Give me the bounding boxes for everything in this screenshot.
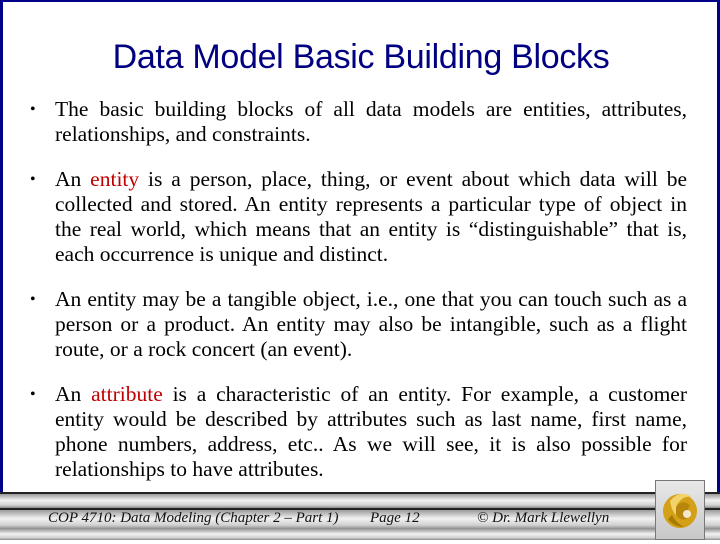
footer-bar: COP 4710: Data Modeling (Chapter 2 – Par… [0,492,720,540]
footer-stripe [0,492,720,508]
bullet-text: An [55,382,92,406]
bullet-icon: • [30,291,36,308]
logo-box [655,480,705,540]
bullet-item: • An attribute is a characteristic of an… [30,382,687,482]
footer-stripe [0,529,720,540]
bullet-item: • An entity is a person, place, thing, o… [30,167,687,267]
highlighted-term: attribute [91,382,163,406]
bullet-icon: • [30,386,36,403]
footer-course: COP 4710: Data Modeling (Chapter 2 – Par… [48,510,339,526]
bullet-text: is a person, place, thing, or event abou… [55,167,688,266]
slide-title: Data Model Basic Building Blocks [112,38,610,76]
bullet-icon: • [30,101,36,118]
bullet-item: • The basic building blocks of all data … [30,97,687,147]
bullet-item: • An entity may be a tangible object, i.… [30,287,687,362]
footer-author: © Dr. Mark Llewellyn [477,510,610,526]
bullet-text: An [55,167,91,191]
highlighted-term: entity [90,167,140,191]
footer-page-number: Page 12 [370,510,420,526]
bullet-text: An entity may be a tangible object, i.e.… [55,287,687,361]
bullet-list: • The basic building blocks of all data … [30,97,687,502]
slide: Data Model Basic Building Blocks • The b… [0,0,720,540]
bullet-icon: • [30,171,36,188]
ucf-pegasus-logo-icon [663,493,697,528]
bullet-text: The basic building blocks of all data mo… [55,97,687,146]
